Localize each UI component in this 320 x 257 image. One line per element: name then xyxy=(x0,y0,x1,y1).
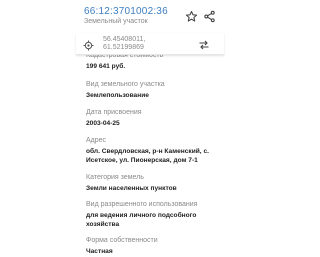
swap-button[interactable] xyxy=(198,38,210,50)
object-type: Земельный участок xyxy=(84,18,148,25)
land-category-label: Категория земель xyxy=(86,174,144,181)
ownership-label: Форма собственности xyxy=(86,237,158,244)
share-button[interactable] xyxy=(203,10,216,23)
land-category-value: Земли населенных пунктов xyxy=(86,185,177,192)
longitude: 61.52199869 xyxy=(103,44,144,51)
address-line-2: Исетское, ул. Пионерская, дом 7-1 xyxy=(86,157,198,164)
card-header: 66:12:3701002:36 Земельный участок xyxy=(0,0,296,30)
address-label: Адрес xyxy=(86,137,107,144)
permitted-use-label: Вид разрешенного использования xyxy=(86,201,198,208)
assign-date-label: Дата присвоения xyxy=(86,109,142,116)
cadastral-cost-value: 199 641 руб. xyxy=(86,63,126,70)
swap-arrows-icon xyxy=(199,40,209,50)
locate-button[interactable] xyxy=(83,38,94,51)
land-type-value: Землепользование xyxy=(86,92,149,99)
address-line-1: обл. Свердловская, р-н Каменский, с. xyxy=(86,148,209,155)
cadastral-number[interactable]: 66:12:3701002:36 xyxy=(84,6,168,17)
share-icon xyxy=(204,10,215,23)
latitude: 56.45408011, xyxy=(103,36,146,43)
coordinates-text[interactable]: 56.45408011, 61.52199869 xyxy=(103,36,145,52)
ownership-value: Частная xyxy=(86,248,113,255)
star-outline-icon xyxy=(185,10,198,22)
coordinates-bar: 56.45408011, 61.52199869 xyxy=(76,33,224,55)
assign-date-value: 2003-04-25 xyxy=(86,120,120,127)
permitted-use-line-1: для ведения личного подсобного xyxy=(86,212,197,219)
land-type-label: Вид земельного участка xyxy=(86,81,165,88)
favorite-button[interactable] xyxy=(185,10,198,23)
permitted-use-line-2: хозяйства xyxy=(86,221,120,228)
crosshair-icon xyxy=(83,40,94,51)
